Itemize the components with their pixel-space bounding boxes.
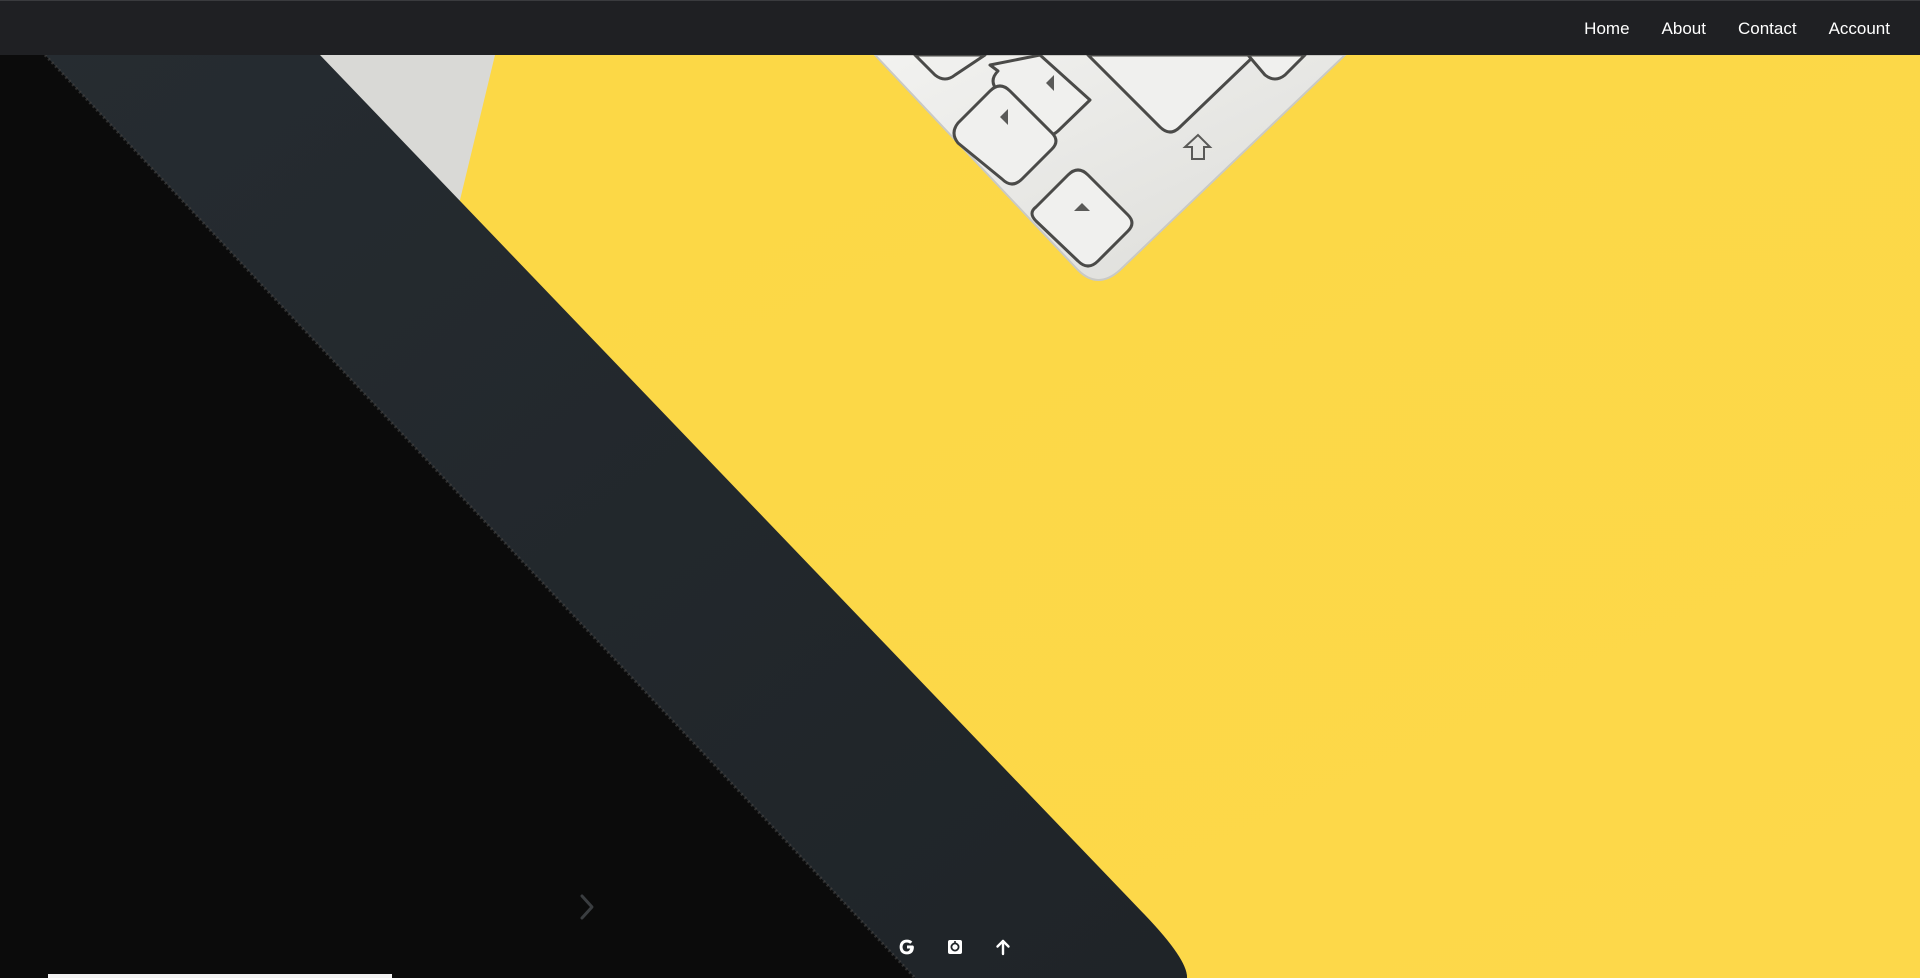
nav-link-about[interactable]: About bbox=[1646, 1, 1722, 56]
hero-background-image bbox=[0, 55, 1920, 978]
google-icon[interactable] bbox=[895, 935, 919, 959]
nav-links: Home About Contact Account bbox=[1568, 1, 1920, 56]
page: Home About Contact Account bbox=[0, 0, 1920, 978]
bottom-scroll-indicator bbox=[48, 974, 392, 978]
footer-icon-row bbox=[895, 935, 1015, 959]
nav-link-home[interactable]: Home bbox=[1568, 1, 1645, 56]
app-icon[interactable] bbox=[943, 935, 967, 959]
arrow-up-icon[interactable] bbox=[991, 935, 1015, 959]
hero-photo bbox=[0, 55, 1920, 978]
nav-link-account[interactable]: Account bbox=[1813, 1, 1906, 56]
top-navbar: Home About Contact Account bbox=[0, 0, 1920, 55]
carousel-next-button[interactable] bbox=[572, 887, 602, 927]
nav-link-contact[interactable]: Contact bbox=[1722, 1, 1813, 56]
chevron-right-icon bbox=[580, 894, 594, 920]
